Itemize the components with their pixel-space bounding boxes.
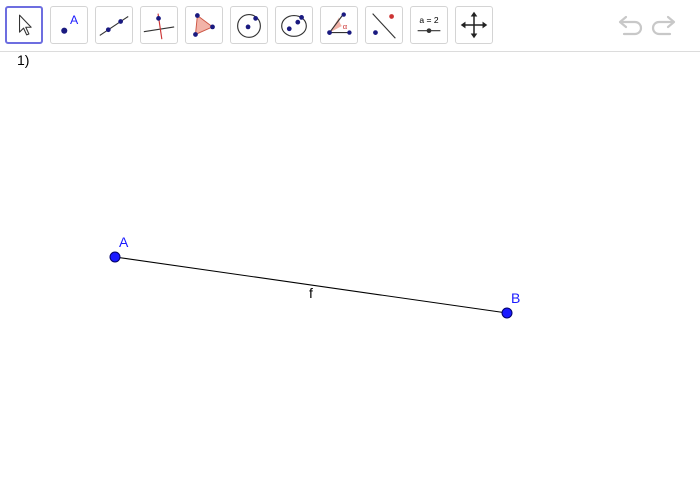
redo-button[interactable] (650, 12, 680, 40)
redo-icon (651, 15, 676, 36)
point-b-label: B (511, 290, 520, 306)
point-a-label: A (119, 234, 129, 250)
tool-line[interactable] (95, 6, 133, 44)
graphics-canvas[interactable]: f A B (0, 52, 700, 500)
point-a[interactable] (109, 251, 121, 263)
angle-tool-glyph: α (343, 22, 348, 31)
conic-ellipse-icon (281, 14, 307, 37)
tool-angle[interactable]: α (320, 6, 358, 44)
tool-reflect[interactable] (365, 6, 403, 44)
point-icon: A (61, 13, 79, 34)
tool-move[interactable] (5, 6, 43, 44)
angle-icon: α (327, 12, 352, 35)
point-tool-glyph: A (70, 13, 79, 27)
move-graphics-view-icon (460, 11, 488, 39)
polygon-icon (193, 13, 215, 37)
line-icon (99, 16, 129, 36)
tool-circle[interactable] (230, 6, 268, 44)
tool-point[interactable]: A (50, 6, 88, 44)
segment-f-label: f (309, 285, 313, 301)
slider-icon: a = 2 (417, 15, 441, 34)
undo-button[interactable] (614, 12, 644, 40)
tool-slider[interactable]: a = 2 (410, 6, 448, 44)
reflect-about-line-icon (372, 13, 396, 39)
toolbar: A α a = 2 (0, 0, 700, 52)
point-b[interactable] (501, 307, 513, 319)
geogebra-app: A α a = 2 1) f A B (0, 0, 700, 500)
slider-tool-glyph: a = 2 (419, 15, 438, 25)
undo-icon (618, 15, 643, 36)
move-arrow-icon (18, 14, 32, 36)
tool-move-graphics-view[interactable] (455, 6, 493, 44)
perpendicular-line-icon (143, 13, 175, 40)
tool-polygon[interactable] (185, 6, 223, 44)
tool-conic[interactable] (275, 6, 313, 44)
circle-center-point-icon (237, 14, 261, 38)
tool-perpendicular[interactable] (140, 6, 178, 44)
graphics-view[interactable]: f A B (0, 52, 700, 500)
